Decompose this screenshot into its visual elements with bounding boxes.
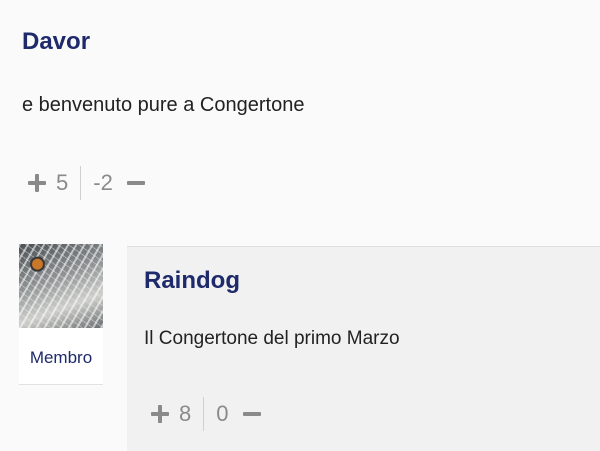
downvote-count: 0	[216, 401, 229, 426]
upvote-plus-icon[interactable]	[28, 174, 46, 192]
vote-bar: 8 0	[151, 397, 261, 431]
upvote-count: 5	[56, 170, 69, 195]
user-role: Membro	[29, 348, 93, 367]
comment-author[interactable]: Davor	[22, 28, 90, 56]
vote-bar: 5 -2	[28, 166, 145, 200]
downvote-minus-icon[interactable]	[242, 412, 261, 416]
avatar[interactable]	[19, 244, 103, 328]
user-card: Membro	[19, 244, 103, 385]
comment-text: Il Congertone del primo Marzo	[144, 328, 400, 349]
downvote-count: -2	[93, 170, 113, 195]
downvote-minus-icon[interactable]	[126, 181, 145, 185]
upvote-count: 8	[179, 401, 192, 426]
comment-davor: Davor e benvenuto pure a Congertone 5 -2	[0, 0, 600, 230]
comment-raindog: Raindog Il Congertone del primo Marzo 8 …	[127, 246, 600, 451]
comment-text: e benvenuto pure a Congertone	[22, 94, 305, 116]
comment-author[interactable]: Raindog	[144, 267, 240, 295]
upvote-plus-icon[interactable]	[151, 405, 169, 423]
